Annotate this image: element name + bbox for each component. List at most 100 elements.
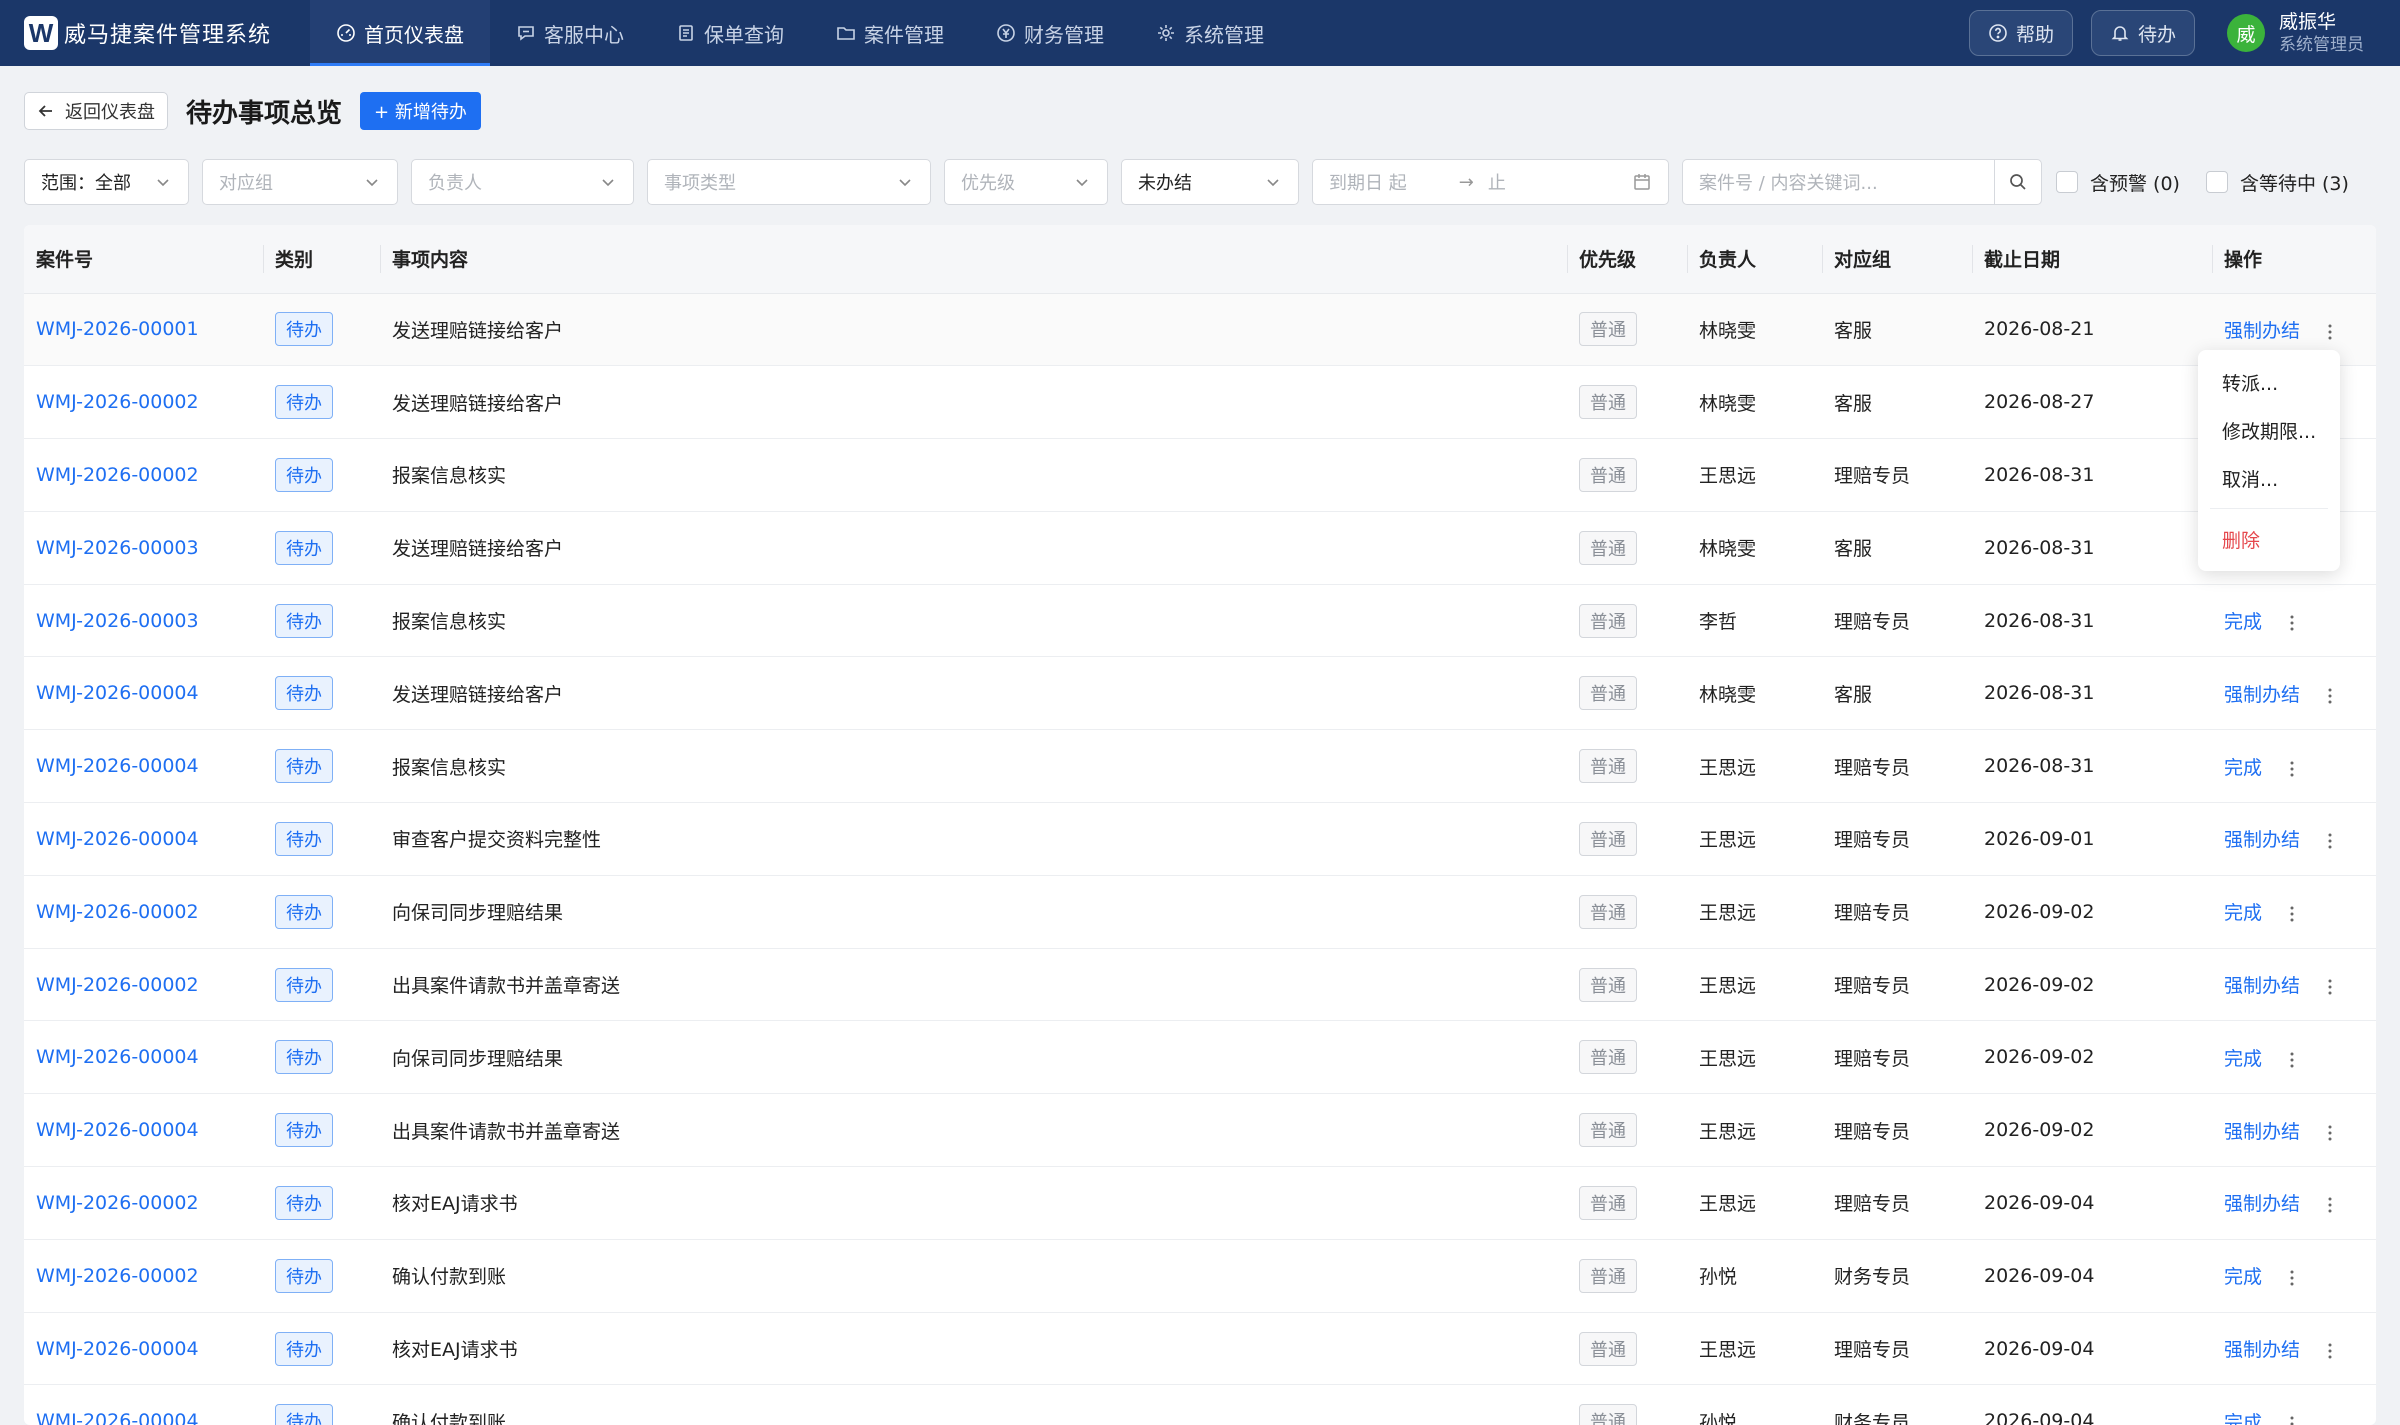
- row-more-button[interactable]: [2286, 1267, 2298, 1288]
- case-number-link[interactable]: WMJ-2026-00004: [36, 755, 199, 777]
- help-button[interactable]: 帮助: [1968, 10, 2073, 56]
- nav-item-service[interactable]: 客服中心: [490, 0, 650, 66]
- calendar-icon: [1634, 174, 1650, 190]
- row-more-button[interactable]: [2286, 1049, 2298, 1070]
- menu-item-reassign[interactable]: 转派...: [2198, 358, 2340, 406]
- row-more-button[interactable]: [2286, 903, 2298, 924]
- owner-select[interactable]: 负责人: [411, 159, 634, 205]
- case-number-link[interactable]: WMJ-2026-00002: [36, 1265, 199, 1287]
- back-to-dashboard-button[interactable]: 返回仪表盘: [24, 92, 168, 130]
- item-content: 报案信息核实: [380, 729, 1567, 804]
- case-number-link[interactable]: WMJ-2026-00004: [36, 1119, 199, 1141]
- group-cell: 客服: [1822, 293, 1972, 367]
- case-number-link[interactable]: WMJ-2026-00003: [36, 537, 199, 559]
- actions-cell: 强制办结: [2212, 1093, 2376, 1168]
- nav-item-finance[interactable]: 财务管理: [970, 0, 1130, 66]
- search-button[interactable]: [1994, 159, 2042, 205]
- row-more-button[interactable]: [2286, 612, 2298, 633]
- row-action-link[interactable]: 完成: [2224, 611, 2262, 633]
- row-more-button[interactable]: [2286, 1413, 2298, 1425]
- row-more-button[interactable]: [2286, 758, 2298, 779]
- scope-select[interactable]: 范围：全部: [24, 159, 189, 205]
- row-more-button[interactable]: [2324, 976, 2336, 997]
- case-number-link[interactable]: WMJ-2026-00002: [36, 1192, 199, 1214]
- row-action-link[interactable]: 强制办结: [2224, 829, 2300, 851]
- due-date-range[interactable]: 到期日 起 → 止: [1312, 159, 1669, 205]
- todo-button[interactable]: 待办: [2090, 10, 2195, 56]
- row-action-link[interactable]: 完成: [2224, 1266, 2262, 1288]
- brand[interactable]: W 威马捷案件管理系统: [0, 16, 310, 50]
- table-row: WMJ-2026-00002 待办 发送理赔链接给客户 普通 林晓雯 客服 2026-08-…: [24, 365, 2376, 440]
- nav-item-policy[interactable]: 保单查询: [650, 0, 810, 66]
- item-content: 向保司同步理赔结果: [380, 875, 1567, 949]
- case-number-link[interactable]: WMJ-2026-00002: [36, 974, 199, 996]
- row-action-link[interactable]: 强制办结: [2224, 320, 2300, 342]
- column-header-content: 事项内容: [380, 225, 1567, 294]
- status-select[interactable]: 未办结: [1121, 159, 1299, 205]
- category-tag: 待办: [275, 530, 333, 565]
- search-icon: [2010, 174, 2026, 190]
- user-menu[interactable]: 威 威振华 系统管理员: [2227, 10, 2364, 56]
- row-more-button[interactable]: [2324, 685, 2336, 706]
- nav-item-system[interactable]: 系统管理: [1130, 0, 1290, 66]
- category-tag: 待办: [275, 603, 333, 638]
- case-number-link[interactable]: WMJ-2026-00004: [36, 682, 199, 704]
- row-more-button[interactable]: [2324, 830, 2336, 851]
- user-role: 系统管理员: [2279, 35, 2364, 55]
- row-action-link[interactable]: 完成: [2224, 1048, 2262, 1070]
- case-number-link[interactable]: WMJ-2026-00004: [36, 828, 199, 850]
- row-action-link[interactable]: 完成: [2224, 902, 2262, 924]
- back-label: 返回仪表盘: [65, 102, 155, 123]
- category-tag: 待办: [275, 1040, 333, 1075]
- chevron-down-icon: [899, 179, 911, 187]
- category-tag: 待办: [275, 1185, 333, 1220]
- case-number-link[interactable]: WMJ-2026-00001: [36, 318, 199, 340]
- row-action-link[interactable]: 强制办结: [2224, 975, 2300, 997]
- row-action-link[interactable]: 强制办结: [2224, 1193, 2300, 1215]
- row-more-button[interactable]: [2324, 1122, 2336, 1143]
- menu-item-cancel[interactable]: 取消...: [2198, 454, 2340, 502]
- column-header-priority: 优先级: [1567, 225, 1687, 294]
- case-number-link[interactable]: WMJ-2026-00004: [36, 1410, 199, 1425]
- table-row: WMJ-2026-00004 待办 出具案件请款书并盖章寄送 普通 王思远 理赔专员 202…: [24, 1093, 2376, 1168]
- waiting-checkbox[interactable]: 含等待中 (3): [2205, 169, 2349, 196]
- menu-item-change-deadline[interactable]: 修改期限...: [2198, 406, 2340, 454]
- row-more-button[interactable]: [2324, 1194, 2336, 1215]
- row-more-button[interactable]: [2324, 321, 2336, 342]
- table-row: WMJ-2026-00003 待办 发送理赔链接给客户 普通 林晓雯 客服 2026-08-…: [24, 511, 2376, 585]
- group-select[interactable]: 对应组: [202, 159, 398, 205]
- user-name: 威振华: [2279, 11, 2337, 33]
- priority-placeholder: 优先级: [961, 173, 1015, 194]
- row-action-link[interactable]: 完成: [2224, 1412, 2262, 1425]
- warning-checkbox[interactable]: 含预警 (0): [2056, 169, 2180, 196]
- category-tag: 待办: [275, 676, 333, 711]
- row-action-link[interactable]: 强制办结: [2224, 684, 2300, 706]
- case-number-link[interactable]: WMJ-2026-00002: [36, 391, 199, 413]
- priority-select[interactable]: 优先级: [944, 159, 1108, 205]
- more-vertical-icon: [2290, 1416, 2294, 1425]
- case-number-link[interactable]: WMJ-2026-00004: [36, 1046, 199, 1068]
- nav-item-cases[interactable]: 案件管理: [810, 0, 970, 66]
- case-number-link[interactable]: WMJ-2026-00003: [36, 610, 199, 632]
- row-action-link[interactable]: 强制办结: [2224, 1339, 2300, 1361]
- chevron-down-icon: [602, 179, 614, 187]
- row-more-button[interactable]: [2324, 1340, 2336, 1361]
- nav-item-dashboard[interactable]: 首页仪表盘: [310, 0, 490, 66]
- row-action-link[interactable]: 完成: [2224, 757, 2262, 779]
- case-number-link[interactable]: WMJ-2026-00002: [36, 901, 199, 923]
- top-navbar: W 威马捷案件管理系统 首页仪表盘 客服中心 保单查询 案件管理 财务管理 系统…: [0, 0, 2400, 66]
- search-input[interactable]: 案件号 / 内容关键词...: [1682, 159, 1994, 205]
- row-action-link[interactable]: 强制办结: [2224, 1121, 2300, 1143]
- due-date-cell: 2026-09-04: [1972, 1239, 2212, 1313]
- status-value: 未办结: [1138, 173, 1192, 194]
- type-select[interactable]: 事项类型: [647, 159, 931, 205]
- menu-item-delete[interactable]: 删除: [2198, 515, 2340, 563]
- case-number-link[interactable]: WMJ-2026-00004: [36, 1338, 199, 1360]
- case-number-link[interactable]: WMJ-2026-00002: [36, 464, 199, 486]
- due-date-cell: 2026-09-02: [1972, 1093, 2212, 1168]
- add-todo-button[interactable]: + 新增待办: [360, 92, 481, 130]
- checkbox-box: [2205, 171, 2228, 193]
- owner-cell: 王思远: [1687, 875, 1822, 949]
- avatar: 威: [2227, 14, 2265, 52]
- category-tag: 待办: [275, 967, 333, 1002]
